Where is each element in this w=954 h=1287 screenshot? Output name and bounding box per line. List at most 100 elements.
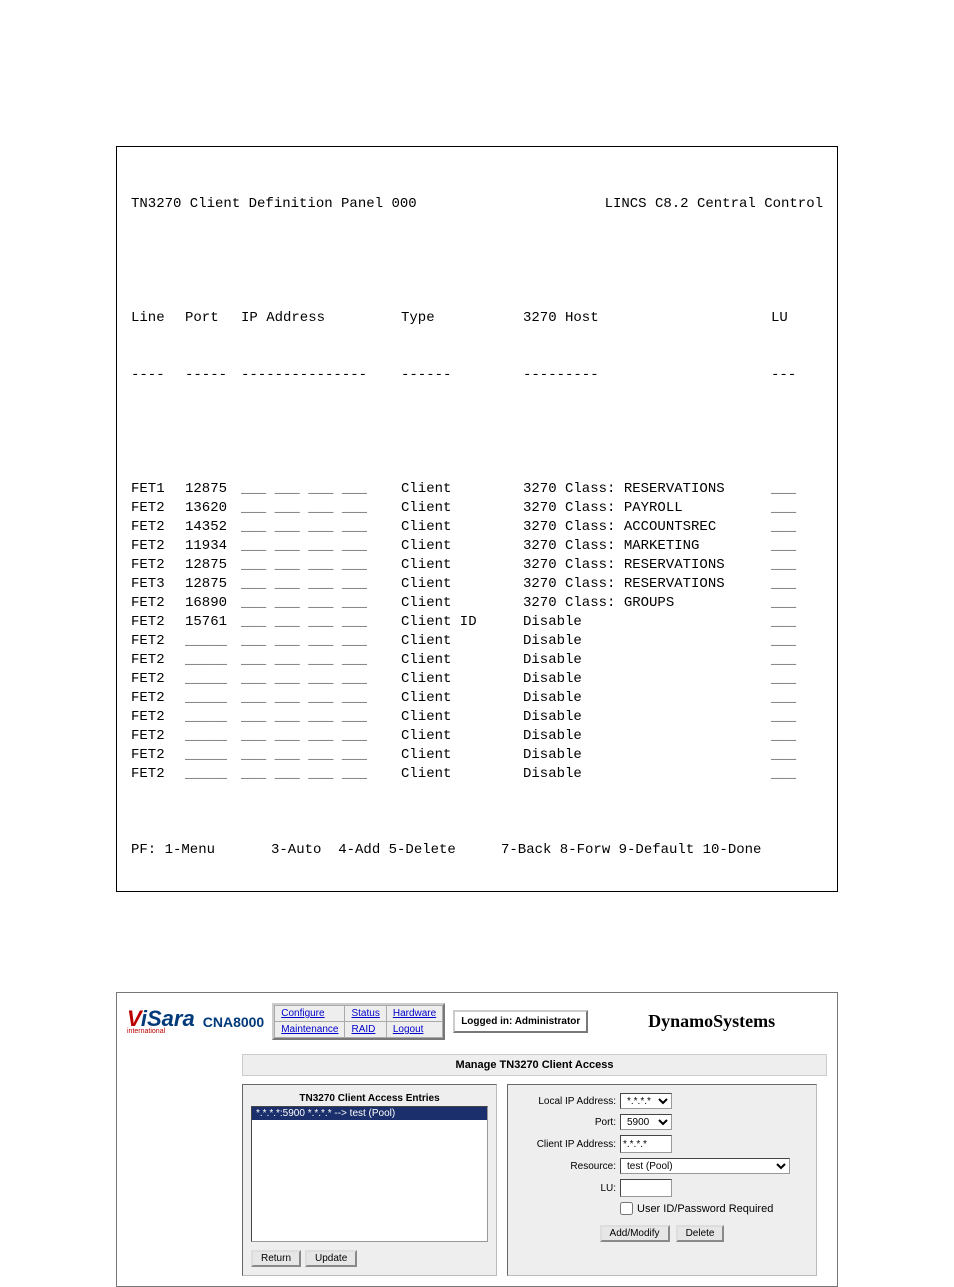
cell-line: FET2 xyxy=(131,594,185,613)
cell-ip: ___ ___ ___ ___ xyxy=(241,689,401,708)
hdr-lu: LU xyxy=(771,309,805,328)
cell-port: 11934 xyxy=(185,537,241,556)
cell-line: FET2 xyxy=(131,727,185,746)
entry-item-selected[interactable]: *.*.*.*:5900 *.*.*.* --> test (Pool) xyxy=(252,1107,487,1120)
cell-line: FET2 xyxy=(131,765,185,784)
cell-lu: ___ xyxy=(771,632,805,651)
port-label: Port: xyxy=(516,1117,620,1128)
cell-host: Disable xyxy=(523,613,771,632)
cell-host: Disable xyxy=(523,765,771,784)
web-panel: ViSara international CNA8000 Configure S… xyxy=(116,992,838,1287)
terminal-data-row: FET211934___ ___ ___ ___Client3270 Class… xyxy=(131,537,823,556)
cell-port: _____ xyxy=(185,689,241,708)
manage-title: Manage TN3270 Client Access xyxy=(242,1054,827,1076)
cell-type: Client xyxy=(401,765,523,784)
header-bar: ViSara international CNA8000 Configure S… xyxy=(127,1003,827,1040)
cell-host: 3270 Class: PAYROLL xyxy=(523,499,771,518)
cell-port: 16890 xyxy=(185,594,241,613)
terminal-data-row: FET216890___ ___ ___ ___Client3270 Class… xyxy=(131,594,823,613)
delete-button[interactable]: Delete xyxy=(676,1225,725,1242)
terminal-data-row: FET2________ ___ ___ ___ClientDisable___ xyxy=(131,670,823,689)
local-ip-select[interactable]: *.*.*.* xyxy=(620,1093,672,1109)
cell-lu: ___ xyxy=(771,689,805,708)
cell-type: Client xyxy=(401,594,523,613)
cell-lu: ___ xyxy=(771,556,805,575)
cell-port: 13620 xyxy=(185,499,241,518)
nav-logout[interactable]: Logout xyxy=(393,1024,424,1035)
nav-configure[interactable]: Configure xyxy=(281,1008,324,1019)
cell-lu: ___ xyxy=(771,746,805,765)
nav-hardware[interactable]: Hardware xyxy=(393,1008,436,1019)
cell-host: Disable xyxy=(523,708,771,727)
cell-ip: ___ ___ ___ ___ xyxy=(241,518,401,537)
resource-select[interactable]: test (Pool) xyxy=(620,1158,790,1174)
cell-line: FET2 xyxy=(131,613,185,632)
client-ip-input[interactable] xyxy=(620,1135,672,1153)
cell-host: 3270 Class: RESERVATIONS xyxy=(523,480,771,499)
hdr-host: 3270 Host xyxy=(523,309,771,328)
cell-line: FET2 xyxy=(131,651,185,670)
cell-host: Disable xyxy=(523,727,771,746)
cell-port: _____ xyxy=(185,632,241,651)
cell-ip: ___ ___ ___ ___ xyxy=(241,480,401,499)
model-label: CNA8000 xyxy=(203,1014,264,1030)
cell-lu: ___ xyxy=(771,594,805,613)
cell-type: Client xyxy=(401,556,523,575)
cell-port: 12875 xyxy=(185,556,241,575)
cell-ip: ___ ___ ___ ___ xyxy=(241,537,401,556)
uidpw-checkbox[interactable] xyxy=(620,1202,633,1215)
cell-lu: ___ xyxy=(771,670,805,689)
cell-host: 3270 Class: RESERVATIONS xyxy=(523,556,771,575)
cell-port: 15761 xyxy=(185,613,241,632)
cell-ip: ___ ___ ___ ___ xyxy=(241,632,401,651)
cell-line: FET2 xyxy=(131,632,185,651)
cell-ip: ___ ___ ___ ___ xyxy=(241,670,401,689)
cell-port: _____ xyxy=(185,708,241,727)
cell-type: Client xyxy=(401,670,523,689)
cell-type: Client xyxy=(401,537,523,556)
return-button[interactable]: Return xyxy=(251,1250,301,1267)
cell-lu: ___ xyxy=(771,613,805,632)
cell-line: FET2 xyxy=(131,499,185,518)
cell-line: FET2 xyxy=(131,518,185,537)
terminal-data-row: FET2________ ___ ___ ___ClientDisable___ xyxy=(131,727,823,746)
nav-raid[interactable]: RAID xyxy=(351,1024,375,1035)
terminal-data-row: FET112875___ ___ ___ ___Client3270 Class… xyxy=(131,480,823,499)
lu-input[interactable] xyxy=(620,1179,672,1197)
update-button[interactable]: Update xyxy=(305,1250,357,1267)
nav-maintenance[interactable]: Maintenance xyxy=(281,1024,338,1035)
nav-status[interactable]: Status xyxy=(351,1008,379,1019)
cell-lu: ___ xyxy=(771,537,805,556)
cell-lu: ___ xyxy=(771,480,805,499)
cell-port: 12875 xyxy=(185,480,241,499)
cell-ip: ___ ___ ___ ___ xyxy=(241,727,401,746)
port-select[interactable]: 5900 xyxy=(620,1114,672,1130)
cell-ip: ___ ___ ___ ___ xyxy=(241,613,401,632)
cell-lu: ___ xyxy=(771,499,805,518)
terminal-data-row: FET2________ ___ ___ ___ClientDisable___ xyxy=(131,632,823,651)
cell-line: FET2 xyxy=(131,556,185,575)
cell-ip: ___ ___ ___ ___ xyxy=(241,708,401,727)
cell-ip: ___ ___ ___ ___ xyxy=(241,651,401,670)
terminal-header-row: Line Port IP Address Type 3270 Host LU xyxy=(131,309,823,328)
entries-column: TN3270 Client Access Entries *.*.*.*:590… xyxy=(242,1084,497,1276)
cell-port: _____ xyxy=(185,746,241,765)
resource-label: Resource: xyxy=(516,1161,620,1172)
lu-label: LU: xyxy=(516,1183,620,1194)
terminal-data-row: FET214352___ ___ ___ ___Client3270 Class… xyxy=(131,518,823,537)
cell-host: 3270 Class: MARKETING xyxy=(523,537,771,556)
terminal-dash-row: ---- ----- --------------- ------ ------… xyxy=(131,366,823,385)
nav-box: Configure Status Hardware Maintenance RA… xyxy=(272,1003,445,1040)
terminal-panel: TN3270 Client Definition Panel 000 LINCS… xyxy=(116,146,838,892)
cell-type: Client ID xyxy=(401,613,523,632)
cell-ip: ___ ___ ___ ___ xyxy=(241,556,401,575)
cell-lu: ___ xyxy=(771,765,805,784)
client-ip-label: Client IP Address: xyxy=(516,1139,620,1150)
local-ip-label: Local IP Address: xyxy=(516,1096,620,1107)
footer-left: PF: 1-Menu xyxy=(131,841,271,860)
entries-listbox[interactable]: *.*.*.*:5900 *.*.*.* --> test (Pool) xyxy=(251,1106,488,1242)
cell-type: Client xyxy=(401,499,523,518)
cell-line: FET2 xyxy=(131,670,185,689)
cell-line: FET1 xyxy=(131,480,185,499)
add-modify-button[interactable]: Add/Modify xyxy=(600,1225,670,1242)
